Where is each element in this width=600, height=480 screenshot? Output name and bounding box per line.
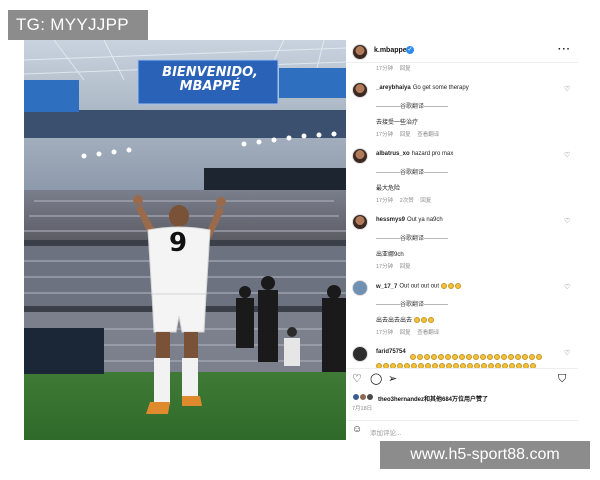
- banner-line-1: BIENVENIDO,: [162, 65, 258, 80]
- commenter-avatar[interactable]: [352, 82, 368, 98]
- laughing-emoji-icon: [420, 317, 427, 324]
- post-date: 7月18日: [352, 406, 373, 412]
- watermark-top-left: TG: MYYJJPP: [8, 10, 148, 40]
- author-avatar[interactable]: [352, 44, 368, 60]
- comment-body: hazard pro max: [411, 151, 454, 157]
- commenter-avatar[interactable]: [352, 214, 368, 230]
- comment-heart-icon[interactable]: ♡: [564, 217, 570, 225]
- commenter-username[interactable]: hessmys9: [376, 217, 405, 223]
- watermark-bottom-right: www.h5-sport88.com: [380, 441, 590, 469]
- bookmark-icon[interactable]: ⛉: [558, 372, 566, 386]
- comment-meta: 17分钟 回复 查看翻译: [376, 130, 444, 138]
- laughing-emoji-icon: [454, 283, 461, 289]
- comment-reply-link[interactable]: 回复: [400, 330, 411, 336]
- comment-icon[interactable]: ◯: [370, 372, 382, 386]
- post-photo[interactable]: BIENVENIDO, MBAPPÉ 9: [24, 40, 346, 440]
- actions-divider: [346, 368, 578, 369]
- comment-body: Out ya na9ch: [407, 217, 443, 223]
- share-icon[interactable]: ➢: [388, 372, 397, 386]
- laughing-emoji-icon: [427, 317, 434, 324]
- jersey-number: 9: [168, 228, 188, 258]
- comment-meta: 17分钟 回复 查看翻译: [376, 328, 444, 336]
- comment-meta: 17分钟 回复: [376, 262, 416, 270]
- header-divider: [346, 62, 578, 63]
- comment-time: 17分钟: [376, 264, 394, 270]
- laughing-emoji-icon: [447, 283, 454, 289]
- comment-text: w_17_7 Out out out out: [376, 283, 462, 290]
- comment-meta: 17分钟 2次赞 回复: [376, 196, 436, 204]
- comment-body: Go get some therapy: [412, 85, 469, 91]
- translation-divider: ------------谷歌翻译------------: [376, 170, 448, 176]
- comment-time: 17分钟: [376, 132, 394, 138]
- likes-text: theo3hernandez和其他684万位用户赞了: [378, 397, 489, 403]
- comment-text: farid75754: [376, 349, 408, 355]
- translation-divider: ------------谷歌翻译------------: [376, 104, 448, 110]
- comment-meta: 17分钟 回复: [376, 64, 416, 72]
- smile-icon[interactable]: ☺: [352, 424, 362, 435]
- commenter-avatar[interactable]: [352, 280, 368, 296]
- post-header: k.mbappe ✓ ···: [346, 40, 578, 62]
- comment-time: 17分钟: [376, 66, 394, 72]
- heart-icon[interactable]: ♡: [352, 372, 362, 386]
- see-translation-link[interactable]: 查看翻译: [417, 132, 439, 138]
- likes-summary[interactable]: theo3hernandez和其他684万位用户赞了: [346, 392, 578, 404]
- commenter-username[interactable]: albatrus_xo: [376, 151, 410, 157]
- comment-translation: 出去出去出去: [376, 315, 435, 324]
- liker-avatar: [366, 393, 374, 401]
- laughing-emoji-icon: [440, 283, 447, 289]
- comment-time: 17分钟: [376, 330, 394, 336]
- translation-divider: ------------谷歌翻译------------: [376, 236, 448, 242]
- comment-likes[interactable]: 2次赞: [400, 198, 414, 204]
- commenter-avatar[interactable]: [352, 346, 368, 362]
- commenter-avatar[interactable]: [352, 148, 368, 164]
- comment-text: _areybhaiya Go get some therapy: [376, 85, 469, 91]
- comment-translation-text: 出去出去出去: [376, 318, 413, 324]
- banner-line-2: MBAPPÉ: [179, 79, 241, 94]
- see-translation-link[interactable]: 查看翻译: [417, 330, 439, 336]
- welcome-banner: BIENVENIDO, MBAPPÉ: [142, 66, 278, 94]
- comment-heart-icon[interactable]: ♡: [564, 349, 570, 357]
- comment-reply-link[interactable]: 回复: [400, 132, 411, 138]
- post-actions: ♡ ◯ ➢ ⛉: [346, 372, 578, 388]
- more-icon[interactable]: ···: [558, 44, 571, 55]
- comment-heart-icon[interactable]: ♡: [564, 151, 570, 159]
- comment-translation: 出亚娜9ch: [376, 252, 404, 258]
- commenter-username[interactable]: _areybhaiya: [376, 85, 411, 91]
- add-comment-input[interactable]: 添加评论...: [370, 427, 401, 437]
- comment-heart-icon[interactable]: ♡: [564, 283, 570, 291]
- comment-translation: 去接受一些治疗: [376, 120, 419, 126]
- comment-reply-link[interactable]: 回复: [420, 198, 431, 204]
- laughing-emoji-icon: [413, 317, 420, 324]
- comment-translation: 最大危险: [376, 186, 401, 192]
- comment-reply-link[interactable]: 回复: [400, 264, 411, 270]
- author-username[interactable]: k.mbappe: [374, 47, 407, 54]
- verified-badge-icon: ✓: [406, 46, 414, 54]
- post-panel: k.mbappe ✓ ··· 17分钟 回复 _areybhaiya Go get…: [346, 40, 578, 440]
- comment-time: 17分钟: [376, 198, 394, 204]
- comment-text: hessmys9 Out ya na9ch: [376, 217, 443, 223]
- comment-body: Out out out out: [399, 283, 440, 290]
- comment-heart-icon[interactable]: ♡: [564, 85, 570, 93]
- commenter-username[interactable]: w_17_7: [376, 284, 397, 290]
- commenter-username[interactable]: farid75754: [376, 349, 406, 355]
- translation-divider: ------------谷歌翻译------------: [376, 302, 448, 308]
- comment-text: albatrus_xo hazard pro max: [376, 151, 453, 157]
- add-comment-bar[interactable]: ☺ 添加评论...: [346, 421, 578, 440]
- comment-reply-link[interactable]: 回复: [400, 66, 411, 72]
